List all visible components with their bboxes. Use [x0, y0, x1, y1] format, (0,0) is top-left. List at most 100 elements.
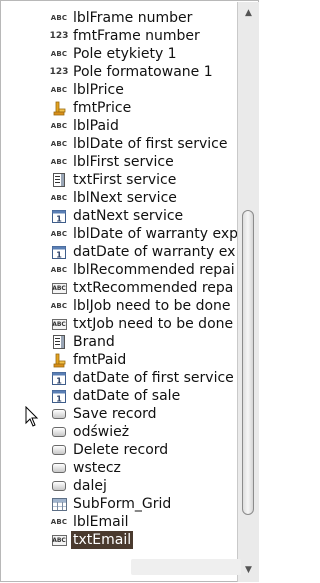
- list-item[interactable]: 123 Pole formatowane 1: [50, 63, 237, 81]
- abc-label-icon: ABC: [50, 122, 68, 130]
- list-item-label: lblEmail: [73, 514, 129, 530]
- list-item-label: fmtFrame number: [73, 28, 200, 44]
- list-item[interactable]: ABC lblDate of first service: [50, 135, 237, 153]
- list-item-label: Delete record: [73, 442, 169, 458]
- push-button-icon: [50, 442, 68, 458]
- list-item-label: odśwież: [73, 424, 130, 440]
- list-item[interactable]: ABC lblJob need to be done: [50, 297, 237, 315]
- abc-label-icon: ABC: [50, 50, 68, 58]
- list-item-label: datDate of warranty ex: [73, 244, 236, 260]
- list-item-label: lblNext service: [73, 190, 177, 206]
- list-item[interactable]: 1 datDate of warranty ex: [50, 243, 237, 261]
- 123-formatted-icon: 123: [49, 67, 69, 77]
- grid-icon: [50, 496, 68, 512]
- list-item-label: datNext service: [73, 208, 184, 224]
- list-item[interactable]: ABC txtEmail: [50, 531, 237, 549]
- text-field-icon: ABC: [51, 318, 67, 330]
- list-item-label: Pole formatowane 1: [73, 64, 213, 80]
- list-item-label: datDate of sale: [73, 388, 181, 404]
- list-item-label: lblDate of first service: [73, 136, 228, 152]
- list-item-label: fmtPrice: [73, 100, 132, 116]
- push-button-icon: [50, 406, 68, 422]
- list-item[interactable]: ABC lblRecommended repai: [50, 261, 237, 279]
- list-item-label: Brand: [73, 334, 115, 350]
- blurred-area: [131, 559, 241, 575]
- list-item[interactable]: 1 datDate of sale: [50, 387, 237, 405]
- control-list: ABC lblFrame number 123 fmtFrame number ABC P…: [1, 1, 237, 583]
- list-item[interactable]: Delete record: [50, 441, 237, 459]
- list-item[interactable]: Save record: [50, 405, 237, 423]
- abc-label-icon: ABC: [50, 302, 68, 310]
- list-item-label: txtRecommended repa: [73, 280, 234, 296]
- list-item-label: txtJob need to be done: [73, 316, 234, 332]
- push-button-icon: [50, 478, 68, 494]
- list-item[interactable]: ABC lblPrice: [50, 81, 237, 99]
- abc-label-icon: ABC: [50, 86, 68, 94]
- currency-icon: [50, 352, 68, 368]
- abc-label-icon: ABC: [50, 194, 68, 202]
- abc-label-icon: ABC: [50, 140, 68, 148]
- list-item[interactable]: ABC lblFirst service: [50, 153, 237, 171]
- list-item[interactable]: ABC txtRecommended repa: [50, 279, 237, 297]
- list-item[interactable]: odśwież: [50, 423, 237, 441]
- list-item-label: txtEmail: [71, 531, 134, 549]
- list-item-label: dalej: [73, 478, 107, 494]
- push-button-icon: [50, 460, 68, 476]
- abc-label-icon: ABC: [50, 14, 68, 22]
- list-item-label: Pole etykiety 1: [73, 46, 177, 62]
- listbox-icon: [50, 334, 68, 350]
- date-field-icon: 1: [50, 370, 68, 386]
- list-item-label: lblDate of warranty exp: [73, 226, 237, 242]
- list-item[interactable]: fmtPrice: [50, 99, 237, 117]
- list-item[interactable]: txtFirst service: [50, 171, 237, 189]
- svg-text:1: 1: [56, 377, 62, 386]
- date-field-icon: 1: [50, 208, 68, 224]
- list-item[interactable]: ABC lblEmail: [50, 513, 237, 531]
- abc-label-icon: ABC: [50, 158, 68, 166]
- list-item-label: SubForm_Grid: [73, 496, 172, 512]
- vertical-scrollbar[interactable]: ▲ ▼: [237, 2, 259, 582]
- list-item[interactable]: 1 datNext service: [50, 207, 237, 225]
- scroll-up-arrow-icon[interactable]: ▲: [238, 5, 259, 21]
- abc-label-icon: ABC: [50, 266, 68, 274]
- list-item-label: lblJob need to be done: [73, 298, 231, 314]
- list-item-label: lblRecommended repai: [73, 262, 235, 278]
- date-field-icon: 1: [50, 388, 68, 404]
- list-item[interactable]: 1 datDate of first service: [50, 369, 237, 387]
- list-item[interactable]: fmtPaid: [50, 351, 237, 369]
- push-button-icon: [50, 424, 68, 440]
- svg-text:1: 1: [56, 395, 62, 404]
- list-item-label: fmtPaid: [73, 352, 127, 368]
- list-item[interactable]: SubForm_Grid: [50, 495, 237, 513]
- list-item-label: lblPaid: [73, 118, 119, 134]
- list-item-label: lblFirst service: [73, 154, 174, 170]
- list-item-label: lblPrice: [73, 82, 124, 98]
- list-item[interactable]: wstecz: [50, 459, 237, 477]
- scrollbar-thumb[interactable]: [242, 210, 254, 515]
- abc-label-icon: ABC: [50, 230, 68, 238]
- scroll-down-arrow-icon[interactable]: ▼: [238, 562, 259, 578]
- list-item[interactable]: ABC lblPaid: [50, 117, 237, 135]
- svg-text:1: 1: [56, 251, 62, 260]
- list-item[interactable]: ABC lblDate of warranty exp: [50, 225, 237, 243]
- list-item-label: Save record: [73, 406, 157, 422]
- list-item[interactable]: ABC lblFrame number: [50, 9, 237, 27]
- navigator-panel: ABC lblFrame number 123 fmtFrame number ABC P…: [0, 0, 259, 582]
- list-item[interactable]: ABC Pole etykiety 1: [50, 45, 237, 63]
- list-item-label: wstecz: [73, 460, 121, 476]
- list-item[interactable]: ABC lblNext service: [50, 189, 237, 207]
- text-field-icon: ABC: [51, 534, 67, 546]
- list-item-label: lblFrame number: [73, 10, 193, 26]
- mouse-pointer-icon: [25, 406, 39, 427]
- list-item[interactable]: 123 fmtFrame number: [50, 27, 237, 45]
- text-field-icon: ABC: [51, 282, 67, 294]
- 123-formatted-icon: 123: [49, 31, 69, 41]
- list-item-label: txtFirst service: [73, 172, 177, 188]
- currency-icon: [50, 100, 68, 116]
- list-item[interactable]: ABC txtJob need to be done: [50, 315, 237, 333]
- listbox-icon: [50, 172, 68, 188]
- svg-text:1: 1: [56, 215, 62, 224]
- list-item-label: datDate of first service: [73, 370, 234, 386]
- list-item[interactable]: Brand: [50, 333, 237, 351]
- list-item[interactable]: dalej: [50, 477, 237, 495]
